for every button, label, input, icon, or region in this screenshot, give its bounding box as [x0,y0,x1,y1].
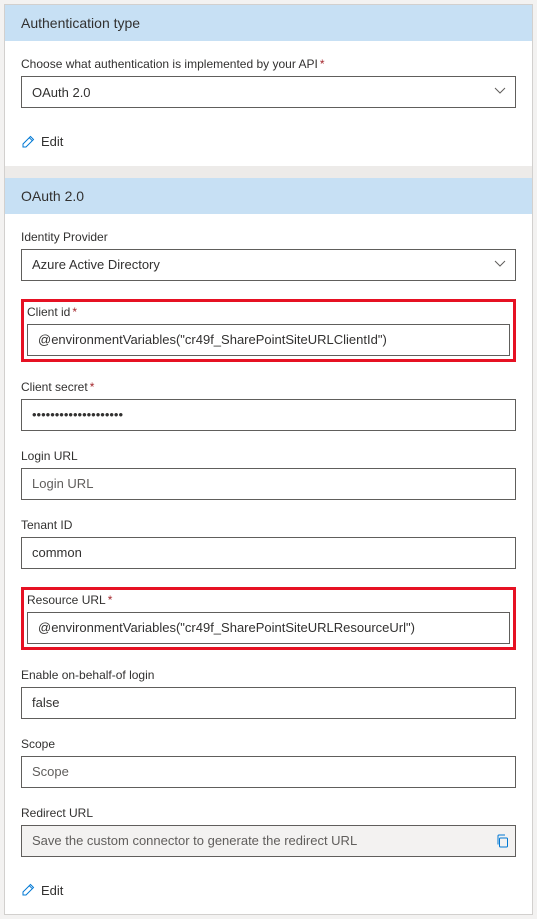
resource-url-highlight: Resource URL* [21,587,516,650]
oauth-edit-button[interactable]: Edit [21,883,63,898]
client-id-highlight: Client id* [21,299,516,362]
resource-url-input[interactable] [27,612,510,644]
login-url-label: Login URL [21,449,516,463]
client-secret-label: Client secret* [21,380,516,394]
required-asterisk: * [72,305,77,319]
required-asterisk: * [320,57,325,71]
client-id-input[interactable] [27,324,510,356]
login-url-input[interactable] [21,468,516,500]
scope-label: Scope [21,737,516,751]
scope-input[interactable] [21,756,516,788]
resource-url-label: Resource URL* [27,593,510,607]
auth-type-prompt: Choose what authentication is implemente… [21,57,516,71]
enable-obo-input[interactable] [21,687,516,719]
required-asterisk: * [90,380,95,394]
oauth-header: OAuth 2.0 [5,178,532,214]
redirect-url-label: Redirect URL [21,806,516,820]
redirect-url-input [21,825,516,857]
required-asterisk: * [108,593,113,607]
copy-icon[interactable] [495,833,510,848]
auth-edit-button[interactable]: Edit [21,134,63,149]
client-id-label: Client id* [27,305,510,319]
enable-obo-label: Enable on-behalf-of login [21,668,516,682]
tenant-id-label: Tenant ID [21,518,516,532]
edit-icon [21,883,35,897]
identity-provider-select[interactable]: Azure Active Directory [21,249,516,281]
auth-type-select[interactable]: OAuth 2.0 [21,76,516,108]
oauth-section: OAuth 2.0 Identity Provider Azure Active… [5,178,532,915]
edit-icon [21,135,35,149]
tenant-id-input[interactable] [21,537,516,569]
client-secret-input[interactable] [21,399,516,431]
auth-type-header: Authentication type [5,5,532,41]
auth-type-section: Authentication type Choose what authenti… [5,5,532,166]
identity-provider-label: Identity Provider [21,230,516,244]
